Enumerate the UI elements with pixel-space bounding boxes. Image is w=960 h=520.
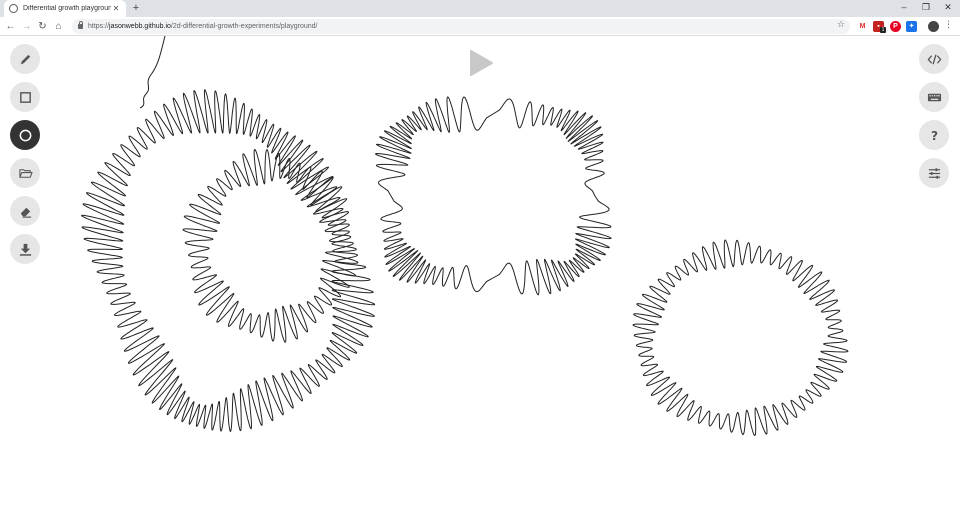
freehand-growth-thread: [139, 36, 166, 109]
browser-menu-icon[interactable]: ⋮: [944, 19, 953, 30]
growth-artwork: [81, 36, 849, 436]
circle-shape-button[interactable]: [10, 120, 40, 150]
code-icon: [927, 54, 941, 64]
restore-button[interactable]: ❐: [915, 0, 937, 15]
lock-icon: [78, 21, 83, 29]
download-icon: [19, 243, 31, 256]
url-text: https://jasonwebb.github.io/2d-different…: [88, 23, 318, 30]
draw-button[interactable]: [10, 44, 40, 74]
question-mark-icon: ?: [930, 129, 937, 143]
square-icon: [19, 91, 31, 103]
help-button[interactable]: ?: [919, 120, 949, 150]
browser-tab[interactable]: Differential growth playground ✕: [4, 0, 126, 17]
keyboard-icon: [927, 93, 941, 101]
gmail-extension-icon[interactable]: M: [857, 21, 868, 32]
back-arrow-icon[interactable]: ←: [3, 19, 18, 34]
settings-button[interactable]: [919, 158, 949, 188]
screenshot-extension-icon[interactable]: ✦: [906, 21, 917, 32]
new-tab-button[interactable]: +: [129, 1, 143, 15]
tab-close-icon[interactable]: ✕: [111, 4, 121, 13]
circle-growth-shape: [632, 239, 849, 436]
folder-open-icon: [18, 168, 33, 178]
reload-icon[interactable]: ↻: [35, 19, 50, 34]
svg-text:?: ?: [930, 129, 937, 143]
tab-strip: Differential growth playground ✕ + – ❐ ✕: [0, 0, 960, 17]
view-source-button[interactable]: [919, 44, 949, 74]
bookmark-star-icon[interactable]: ☆: [837, 19, 845, 30]
freehand-growth-shape: [81, 89, 376, 432]
eraser-icon: [20, 207, 31, 218]
circle-icon: [19, 129, 31, 141]
keyboard-shortcuts-button[interactable]: [919, 82, 949, 112]
drawing-canvas[interactable]: ?: [0, 36, 960, 520]
favicon-icon: [9, 4, 18, 13]
extension-badge: 1: [880, 27, 886, 33]
rectangle-shape-button[interactable]: [10, 82, 40, 112]
play-icon[interactable]: [468, 49, 494, 77]
forward-arrow-icon[interactable]: →: [19, 19, 34, 34]
clear-button[interactable]: [10, 196, 40, 226]
pinterest-extension-icon[interactable]: P: [890, 21, 901, 32]
minimize-button[interactable]: –: [893, 0, 915, 15]
home-icon[interactable]: ⌂: [51, 19, 66, 34]
address-bar[interactable]: https://jasonwebb.github.io/2d-different…: [72, 19, 850, 34]
profile-avatar[interactable]: [928, 21, 939, 32]
rectangle-growth-shape: [375, 96, 612, 296]
sliders-icon: [928, 167, 940, 179]
tab-title: Differential growth playground: [23, 5, 111, 12]
download-button[interactable]: [10, 234, 40, 264]
browser-toolbar: ← → ↻ ⌂ https://jasonwebb.github.io/2d-d…: [0, 17, 960, 36]
close-window-button[interactable]: ✕: [937, 0, 959, 15]
pencil-icon: [20, 54, 30, 64]
open-file-button[interactable]: [10, 158, 40, 188]
